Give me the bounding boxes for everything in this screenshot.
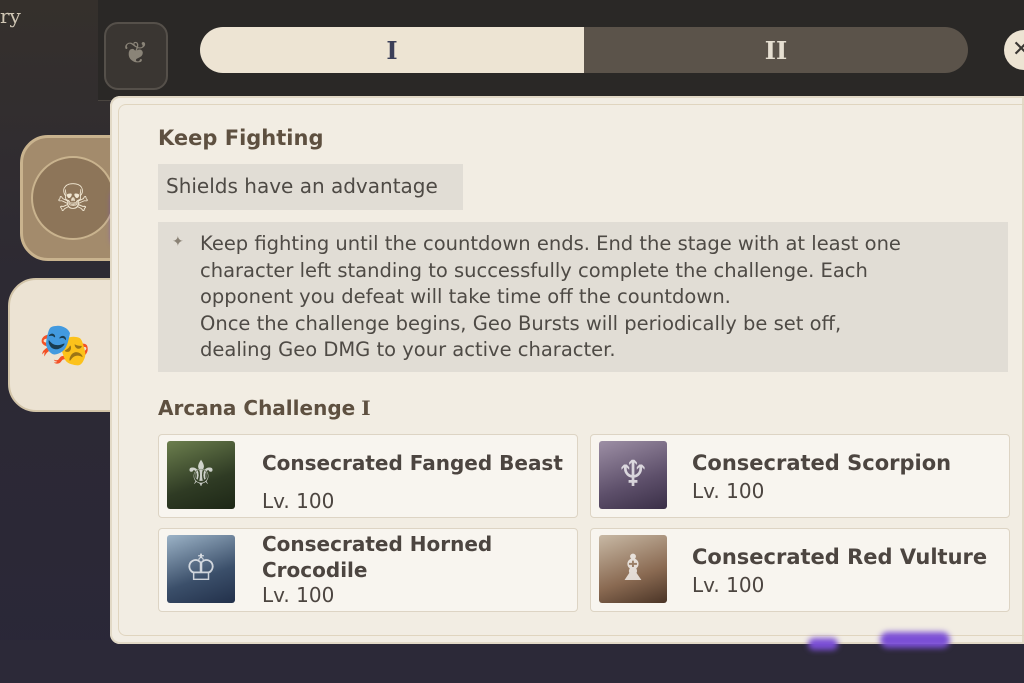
enemy-card[interactable]: ♆ Consecrated Scorpion Lv. 100 [590, 434, 1010, 518]
enemy-level: Lv. 100 [262, 489, 335, 513]
stage-subtitle: Shields have an advantage [166, 174, 438, 198]
enemy-portrait: ♔ [167, 535, 235, 603]
glow-effect [880, 632, 950, 648]
enemy-portrait: ⚜ [167, 441, 235, 509]
subtitle-box: Shields have an advantage [158, 164, 463, 210]
enemy-name: Consecrated Scorpion [692, 451, 952, 475]
enemy-portrait: ♆ [599, 441, 667, 509]
enemy-name: Consecrated Red Vulture [692, 545, 988, 569]
background-bottom [0, 640, 1024, 683]
description-box: ✦ Keep fighting until the countdown ends… [158, 222, 1008, 372]
description-line: character left standing to successfully … [200, 258, 868, 282]
arcana-numeral: I [361, 396, 371, 420]
masks-icon: 🎭 [38, 320, 92, 369]
fanged-beast-icon: ⚜ [184, 454, 218, 495]
skull-shield-icon: ☠ [31, 156, 115, 240]
sparkle-icon: ✦ [172, 234, 184, 250]
background-title-fragment: ry [0, 4, 21, 28]
enemy-card[interactable]: ♔ Consecrated Horned Crocodile Lv. 100 [158, 528, 578, 612]
enemy-level: Lv. 100 [692, 479, 765, 503]
enemy-portrait: ♝ [599, 535, 667, 603]
enemy-card[interactable]: ⚜ Consecrated Fanged Beast Lv. 100 [158, 434, 578, 518]
stage-description: Keep fighting until the countdown ends. … [200, 231, 1000, 364]
description-line: opponent you defeat will take time off t… [200, 285, 731, 308]
red-vulture-icon: ♝ [616, 548, 650, 589]
arcana-heading: Arcana Challenge I [158, 396, 371, 420]
enemy-level: Lv. 100 [692, 573, 765, 597]
challenge-panel: Keep Fighting Shields have an advantage … [110, 96, 1024, 644]
arcana-title: Arcana Challenge [158, 396, 356, 420]
tab-stage-1[interactable]: I [200, 27, 584, 73]
glow-effect [808, 638, 838, 650]
description-line: Keep fighting until the countdown ends. … [200, 232, 901, 255]
butterfly-icon: ❦ [123, 36, 149, 71]
description-line: dealing Geo DMG to your active character… [200, 338, 616, 361]
stage-title: Keep Fighting [158, 126, 324, 150]
enemy-level: Lv. 100 [262, 583, 335, 607]
enemy-card[interactable]: ♝ Consecrated Red Vulture Lv. 100 [590, 528, 1010, 612]
enemy-name: Consecrated Horned Crocodile [262, 532, 493, 582]
description-line: Once the challenge begins, Geo Bursts wi… [200, 311, 842, 335]
tab-bar: I II [200, 27, 968, 73]
scorpion-icon: ♆ [616, 454, 650, 495]
enemy-name: Consecrated Fanged Beast [262, 451, 563, 475]
horned-crocodile-icon: ♔ [184, 548, 218, 589]
side-tab-arcana[interactable]: 🎭 [8, 278, 122, 412]
tab-stage-2[interactable]: II [584, 27, 968, 73]
